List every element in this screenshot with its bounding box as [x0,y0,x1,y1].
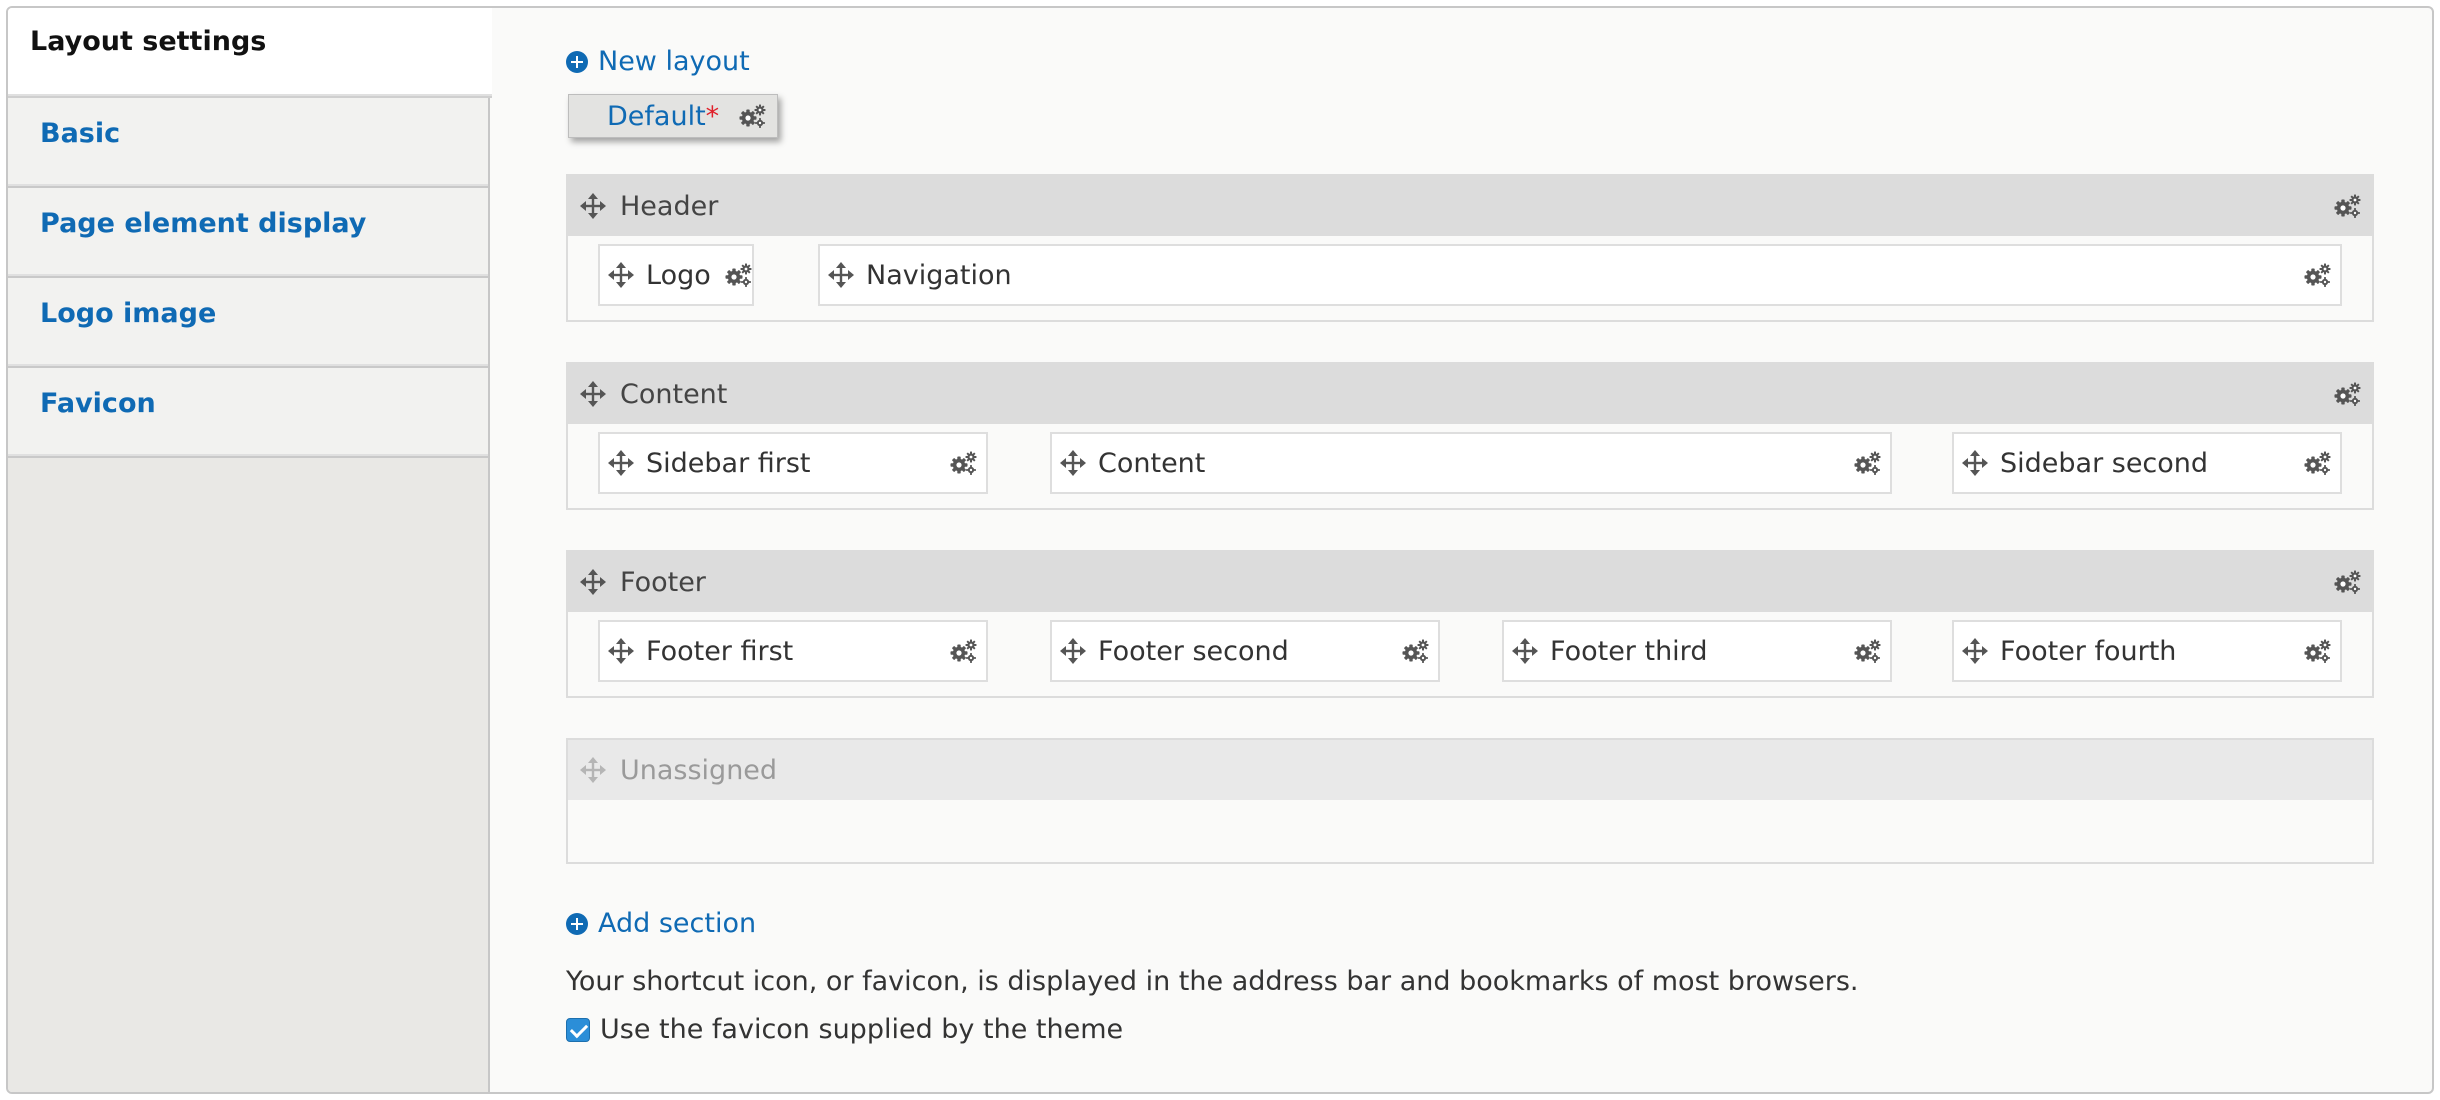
gear-icon[interactable] [1852,638,1882,664]
layout-tab-label: Default [607,100,706,132]
favicon-help-text: Your shortcut icon, or favicon, is displ… [566,966,1859,997]
region-label: Navigation [866,259,1012,291]
region-footer-first[interactable]: Footer first [598,620,988,682]
layout-editor: New layout Default * Header Logo Navigat… [492,8,2432,1092]
new-layout-label: New layout [598,46,750,77]
move-icon[interactable] [828,262,854,288]
gear-icon[interactable] [1400,638,1430,664]
move-icon[interactable] [580,381,606,407]
region-content[interactable]: Content [1050,432,1892,494]
move-icon[interactable] [1962,638,1988,664]
gear-icon[interactable] [2302,262,2332,288]
region-logo[interactable]: Logo [598,244,754,306]
tab-logo-image[interactable]: Logo image [8,278,488,368]
new-layout-link[interactable]: New layout [566,46,750,77]
move-icon[interactable] [580,569,606,595]
section-footer: Footer Footer first Footer second Footer… [566,550,2374,698]
section-unassigned: Unassigned [566,738,2374,864]
region-sidebar-second[interactable]: Sidebar second [1952,432,2342,494]
section-title: Footer [620,566,706,598]
section-title: Header [620,190,719,222]
use-default-favicon-label[interactable]: Use the favicon supplied by the theme [600,1014,1123,1045]
section-header-bar: Content [568,364,2372,424]
layout-settings-panel: Layout settings Basic Page element displ… [6,6,2434,1094]
move-icon[interactable] [608,638,634,664]
section-title: Unassigned [620,754,778,786]
move-icon[interactable] [1060,638,1086,664]
region-footer-fourth[interactable]: Footer fourth [1952,620,2342,682]
move-icon [580,757,606,783]
section-header-bar: Footer [568,552,2372,612]
region-label: Footer third [1550,635,1708,667]
section-title: Content [620,378,728,410]
vertical-tabs: Layout settings Basic Page element displ… [8,8,492,1092]
gear-icon[interactable] [723,262,753,288]
use-default-favicon-row: Use the favicon supplied by the theme [566,1014,1123,1045]
gear-icon[interactable] [2332,381,2362,407]
gear-icon[interactable] [2302,450,2332,476]
region-label: Footer second [1098,635,1289,667]
move-icon[interactable] [608,262,634,288]
region-label: Footer fourth [2000,635,2177,667]
gear-icon[interactable] [1852,450,1882,476]
region-label: Content [1098,447,1206,479]
modified-marker: * [705,100,720,132]
add-section-link[interactable]: Add section [566,908,756,939]
gear-icon[interactable] [2302,638,2332,664]
section-header-bar: Unassigned [568,740,2372,800]
region-label: Sidebar second [2000,447,2209,479]
layout-tab-default[interactable]: Default * [568,94,778,138]
region-navigation[interactable]: Navigation [818,244,2342,306]
gear-icon[interactable] [2332,569,2362,595]
section-header: Header Logo Navigation [566,174,2374,322]
move-icon[interactable] [1962,450,1988,476]
use-default-favicon-checkbox[interactable] [566,1017,590,1042]
plus-circle-icon [566,912,588,935]
move-icon[interactable] [1512,638,1538,664]
add-section-label: Add section [598,908,757,939]
section-body: Logo Navigation [568,236,2372,320]
region-footer-second[interactable]: Footer second [1050,620,1440,682]
section-content: Content Sidebar first Content Sidebar se… [566,362,2374,510]
move-icon[interactable] [580,193,606,219]
region-sidebar-first[interactable]: Sidebar first [598,432,988,494]
plus-circle-icon [566,50,588,73]
move-icon[interactable] [1060,450,1086,476]
section-body: Footer first Footer second Footer third … [568,612,2372,696]
gear-icon[interactable] [2332,193,2362,219]
region-label: Logo [646,259,711,291]
tab-layout-settings[interactable]: Layout settings [8,8,492,98]
gear-icon[interactable] [737,103,767,129]
tab-basic[interactable]: Basic [8,98,488,188]
gear-icon[interactable] [948,450,978,476]
section-body [568,800,2372,862]
tab-page-element-display[interactable]: Page element display [8,188,488,278]
region-label: Sidebar first [646,447,811,479]
tab-favicon[interactable]: Favicon [8,368,488,458]
region-label: Footer first [646,635,794,667]
move-icon[interactable] [608,450,634,476]
section-header-bar: Header [568,176,2372,236]
gear-icon[interactable] [948,638,978,664]
section-body: Sidebar first Content Sidebar second [568,424,2372,508]
region-footer-third[interactable]: Footer third [1502,620,1892,682]
